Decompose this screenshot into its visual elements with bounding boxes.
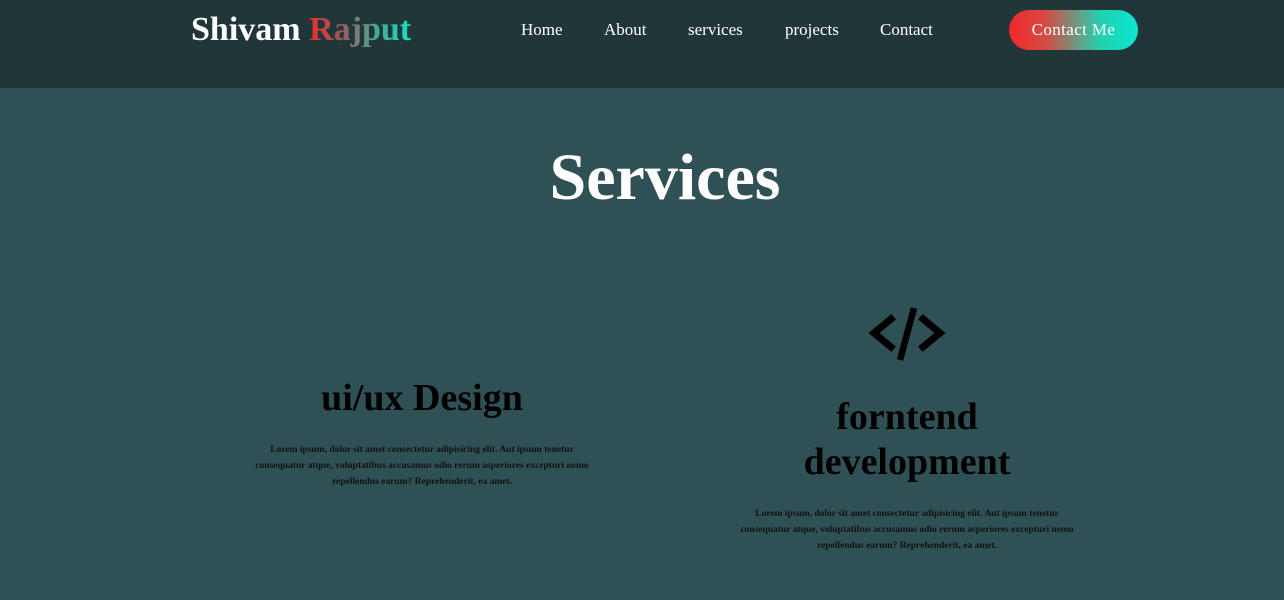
code-icon	[868, 307, 946, 361]
service-card-uiux: ui/ux Design Lorem ipsum, dolor sit amet…	[252, 372, 592, 490]
navbar: Shivam Rajput Home About services projec…	[0, 0, 1284, 88]
nav-link-projects[interactable]: projects	[785, 19, 839, 41]
section-title: Services	[549, 141, 781, 215]
service-card-title: forntend development	[803, 396, 1011, 483]
nav-link-about[interactable]: About	[604, 19, 647, 41]
nav-link-home[interactable]: Home	[521, 19, 563, 41]
service-card-title: ui/ux Design	[321, 377, 523, 419]
service-card-description: Lorem ipsum, dolor sit amet consectetur …	[740, 509, 1074, 551]
contact-me-button[interactable]: Contact Me	[1009, 10, 1138, 50]
nav-link-services[interactable]: services	[688, 19, 743, 41]
service-card-frontend: forntend development Lorem ipsum, dolor …	[737, 306, 1077, 554]
service-card-description: Lorem ipsum, dolor sit amet consectetur …	[255, 445, 589, 487]
nav-link-contact[interactable]: Contact	[880, 19, 933, 41]
